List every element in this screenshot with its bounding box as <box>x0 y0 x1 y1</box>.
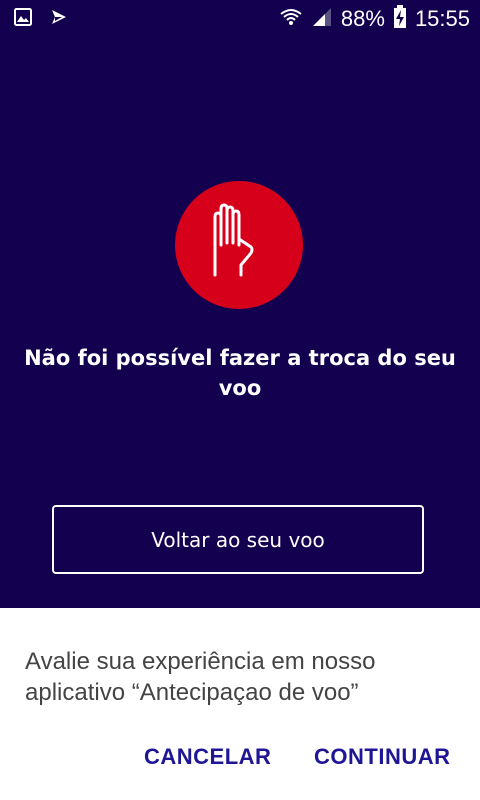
alert-badge <box>175 181 303 309</box>
signal-icon <box>311 6 333 33</box>
status-bar: 88% 15:55 <box>0 0 480 38</box>
image-icon <box>14 8 32 31</box>
stop-hand-icon <box>207 203 271 288</box>
cancel-button[interactable]: CANCELAR <box>144 744 271 770</box>
rating-dialog: Avalie sua experiência em nosso aplicati… <box>0 608 480 800</box>
wifi-icon <box>279 6 303 33</box>
battery-charging-icon <box>393 4 407 34</box>
error-screen: Não foi possível fazer a troca do seu vo… <box>0 38 480 608</box>
flight-tracker-icon <box>50 8 68 31</box>
continue-button[interactable]: CONTINUAR <box>314 744 451 770</box>
error-title: Não foi possível fazer a troca do seu vo… <box>24 346 456 400</box>
dialog-message: Avalie sua experiência em nosso aplicati… <box>25 648 376 706</box>
battery-percentage: 88% <box>340 6 385 31</box>
back-to-flight-button[interactable]: Voltar ao seu voo <box>52 505 424 574</box>
clock: 15:55 <box>414 6 470 31</box>
